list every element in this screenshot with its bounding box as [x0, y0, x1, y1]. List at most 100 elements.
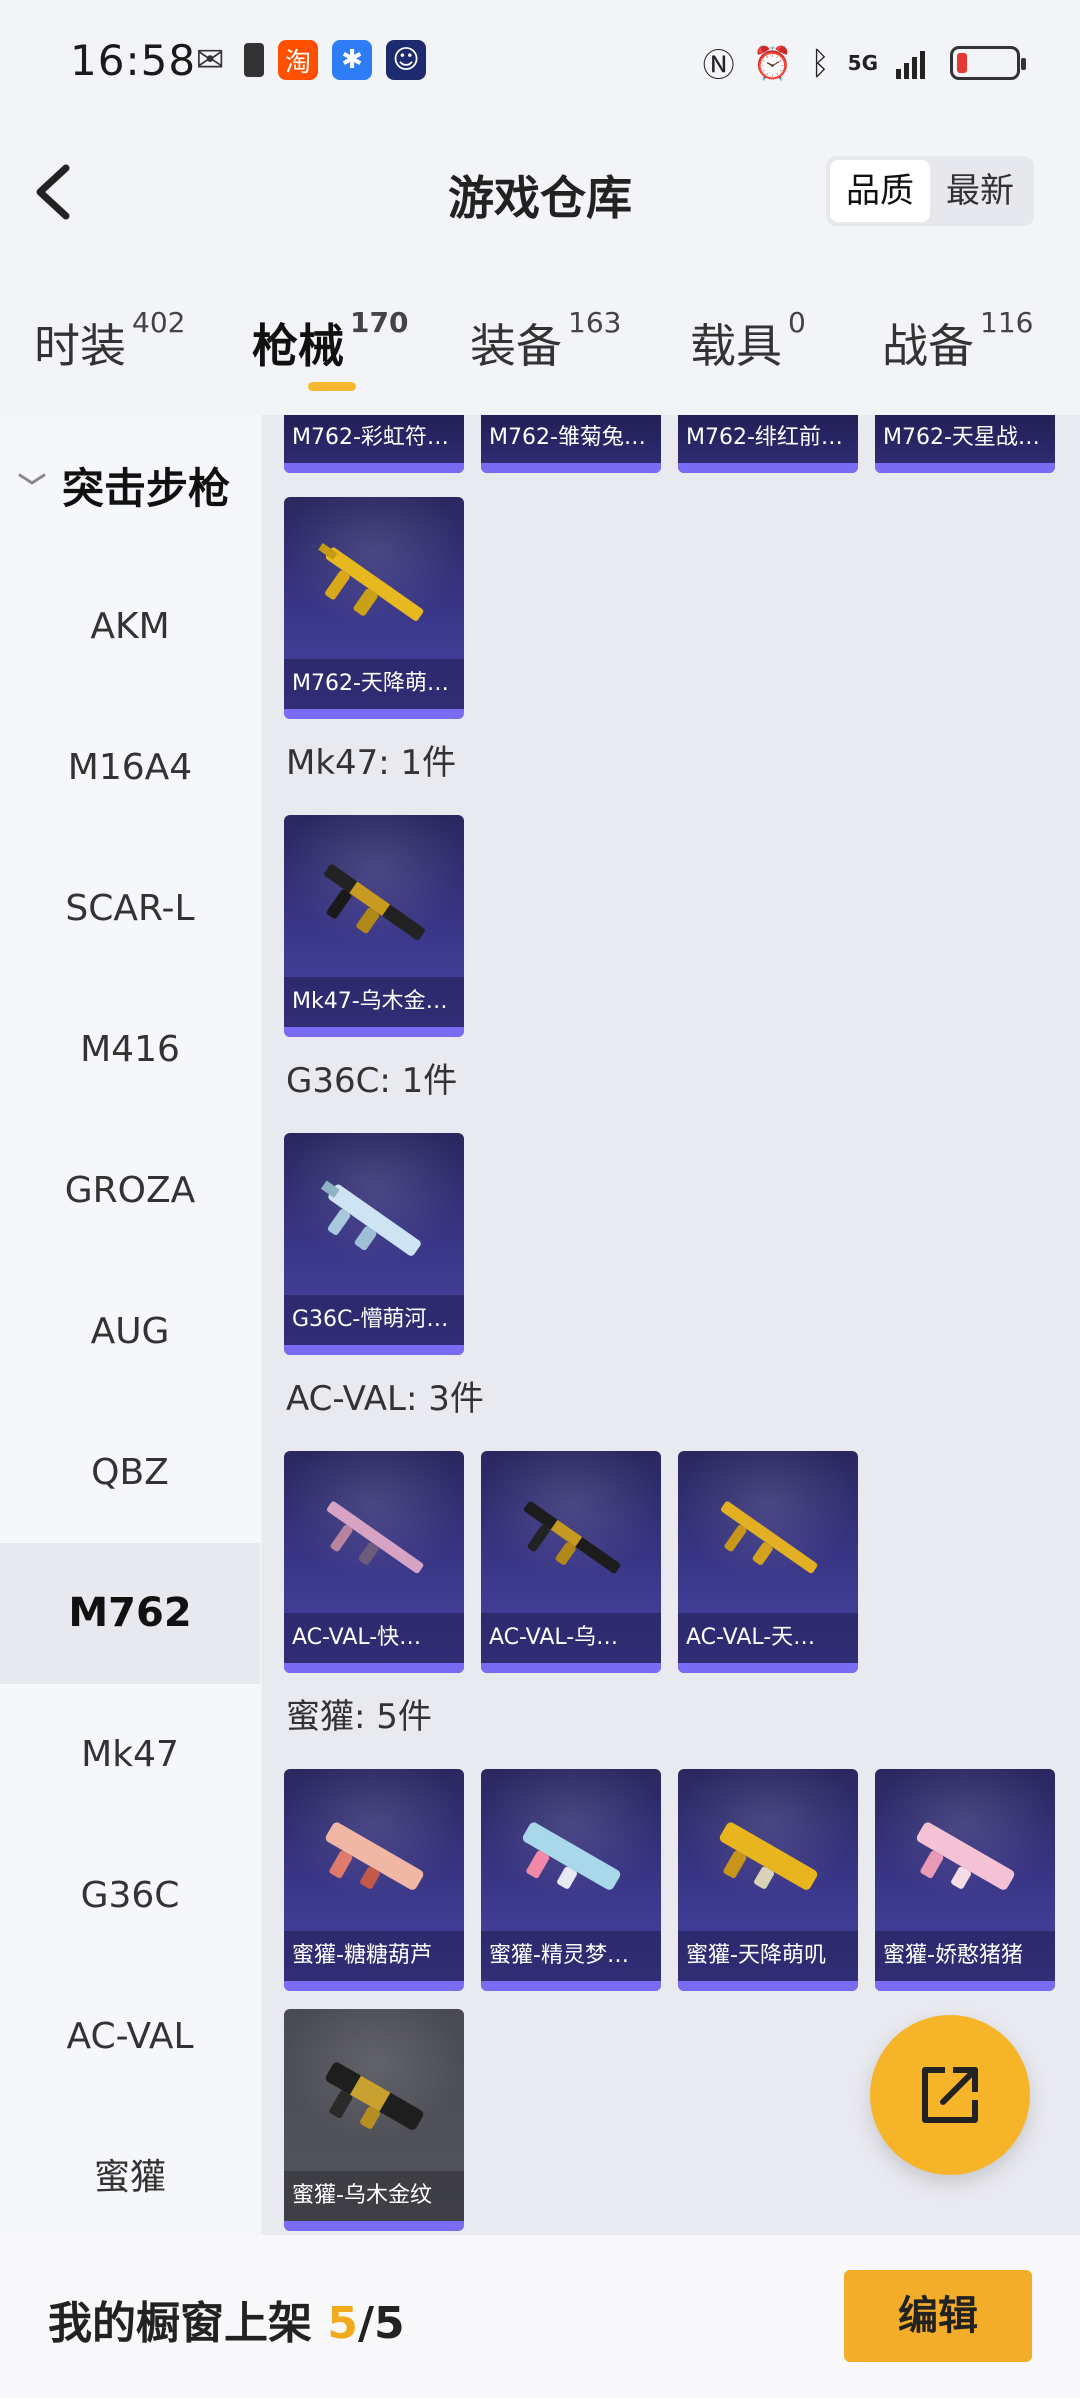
gun-icon [719, 1822, 818, 1890]
skin-card[interactable]: M762-天星战… [875, 415, 1055, 473]
gun-icon [324, 864, 425, 941]
sidebar-item-qbz[interactable]: QBZ [0, 1402, 260, 1543]
skin-card[interactable]: M762-天降萌… [284, 497, 464, 719]
gun-icon [522, 1822, 621, 1890]
sidebar-item-m762[interactable]: M762 [0, 1543, 260, 1684]
sort-toggle[interactable]: 品质 最新 [826, 156, 1034, 226]
gun-icon [721, 1501, 818, 1574]
gun-icon [327, 1501, 424, 1574]
skin-card[interactable]: M762-绯红前… [678, 415, 858, 473]
header: 游戏仓库 品质 最新 [0, 110, 1080, 270]
signal-icon [896, 51, 925, 79]
sidebar-item-mk47[interactable]: Mk47 [0, 1684, 260, 1825]
weapon-sidebar: ﹀ 突击步枪 AKM M16A4 SCAR-L M416 GROZA AUG Q… [0, 415, 260, 2235]
skin-card[interactable]: M762-雏菊兔… [481, 415, 661, 473]
sidebar-item-aug[interactable]: AUG [0, 1261, 260, 1402]
sidebar-item-m16a4[interactable]: M16A4 [0, 697, 260, 838]
skin-name: M762-雏菊兔… [481, 415, 661, 463]
tab-equipment[interactable]: 装备 163 [470, 306, 621, 376]
gun-icon [325, 1822, 424, 1890]
bottom-bar: 我的橱窗上架 5/5 编辑 [0, 2235, 1080, 2398]
tab-label: 装备 [470, 319, 562, 373]
tab-battle-prep[interactable]: 战备 116 [882, 306, 1033, 376]
sidebar-item-g36c[interactable]: G36C [0, 1825, 260, 1966]
showcase-total-count: 5 [374, 2298, 405, 2349]
skin-card[interactable]: G36C-懵萌河… [284, 1133, 464, 1355]
battery-icon [950, 46, 1026, 80]
sort-option-quality[interactable]: 品质 [830, 160, 930, 222]
tab-count: 116 [980, 306, 1034, 339]
sidebar-category-label: 突击步枪 [62, 464, 231, 513]
sidebar-item-akm[interactable]: AKM [0, 556, 260, 697]
showcase-label: 我的橱窗上架 [48, 2298, 312, 2349]
tab-label: 战备 [882, 319, 974, 373]
tab-label: 时装 [34, 319, 126, 373]
skin-card[interactable]: M762-彩虹符… [284, 415, 464, 473]
share-button[interactable] [870, 2015, 1030, 2175]
tab-vehicles[interactable]: 载具 0 [690, 306, 806, 376]
skin-name: M762-彩虹符… [284, 415, 464, 463]
sidebar-category[interactable]: ﹀ 突击步枪 [18, 455, 230, 516]
skin-name: 蜜獾-糖糖葫芦 [284, 1931, 464, 1981]
skin-name: 蜜獾-精灵梦… [481, 1931, 661, 1981]
skin-card[interactable]: 蜜獾-乌木金纹 [284, 2009, 464, 2231]
nfc-icon: Ⓝ [702, 46, 735, 84]
skin-card[interactable]: 蜜獾-糖糖葫芦 [284, 1769, 464, 1991]
alarm-icon: ⏰ [752, 44, 793, 82]
tab-count: 402 [132, 306, 186, 339]
app-icon: ✱ [332, 40, 372, 80]
skin-name: M762-绯红前… [678, 415, 858, 463]
gun-icon [524, 1501, 621, 1574]
showcase-status: 我的橱窗上架 5/5 [48, 2287, 405, 2351]
tab-fashion[interactable]: 时装 402 [34, 306, 185, 376]
skin-name: AC-VAL-快… [284, 1613, 464, 1663]
taobao-icon: 淘 [278, 40, 318, 80]
tab-label: 载具 [690, 319, 782, 373]
sidebar-item-ac-val[interactable]: AC-VAL [0, 1966, 260, 2107]
tab-count: 170 [350, 306, 409, 339]
robot-app-icon: ☺ [386, 40, 426, 80]
tab-count: 163 [568, 306, 622, 339]
group-title: AC-VAL: 3件 [286, 1379, 484, 1419]
status-time: 16:58 [70, 36, 197, 85]
wechat-icon: ✉ [195, 40, 225, 80]
gun-icon [320, 1180, 421, 1256]
status-left-icons: ✉ 淘 ✱ ☺ [190, 40, 426, 80]
sidebar-item-honey-badger[interactable]: 蜜獾 [0, 2107, 260, 2248]
sidebar-item-groza[interactable]: GROZA [0, 1120, 260, 1261]
status-right-icons: Ⓝ ⏰ ᛒ 5G [702, 40, 1026, 86]
skin-card[interactable]: AC-VAL-乌… [481, 1451, 661, 1673]
skin-card[interactable]: 蜜獾-精灵梦… [481, 1769, 661, 1991]
skin-card[interactable]: AC-VAL-天… [678, 1451, 858, 1673]
skin-name: 蜜獾-娇憨猪猪 [875, 1931, 1055, 1981]
bluetooth-icon: ᛒ [810, 44, 830, 82]
active-tab-indicator [308, 382, 356, 391]
external-link-icon [922, 2067, 978, 2123]
tab-count: 0 [788, 306, 806, 339]
group-title: 蜜獾: 5件 [286, 1697, 432, 1737]
skin-name: M762-天星战… [875, 415, 1055, 463]
skin-name: 蜜獾-天降萌叽 [678, 1931, 858, 1981]
skin-card[interactable]: 蜜獾-娇憨猪猪 [875, 1769, 1055, 1991]
skin-name: AC-VAL-天… [678, 1613, 858, 1663]
skin-card[interactable]: AC-VAL-快… [284, 1451, 464, 1673]
edit-button[interactable]: 编辑 [844, 2270, 1032, 2362]
skin-name: G36C-懵萌河… [284, 1295, 464, 1345]
network-type: 5G [847, 51, 878, 75]
gun-icon [916, 1822, 1015, 1890]
sidebar-item-m416[interactable]: M416 [0, 979, 260, 1120]
skin-name: AC-VAL-乌… [481, 1613, 661, 1663]
group-title: G36C: 1件 [286, 1061, 458, 1101]
weapon-grid: M762-彩虹符… M762-雏菊兔… M762-绯红前… M762-天星战… … [262, 415, 1080, 2235]
chevron-down-icon: ﹀ [18, 470, 47, 504]
sidebar-item-scar-l[interactable]: SCAR-L [0, 838, 260, 979]
skin-card[interactable]: 蜜獾-天降萌叽 [678, 1769, 858, 1991]
sort-option-newest[interactable]: 最新 [930, 160, 1030, 222]
showcase-separator: / [357, 2298, 375, 2349]
tab-guns[interactable]: 枪械 170 [252, 306, 408, 376]
group-title: Mk47: 1件 [286, 743, 457, 783]
tab-label: 枪械 [252, 319, 344, 373]
skin-name: M762-天降萌… [284, 659, 464, 709]
skin-card[interactable]: Mk47-乌木金… [284, 815, 464, 1037]
gun-icon [325, 2062, 424, 2130]
